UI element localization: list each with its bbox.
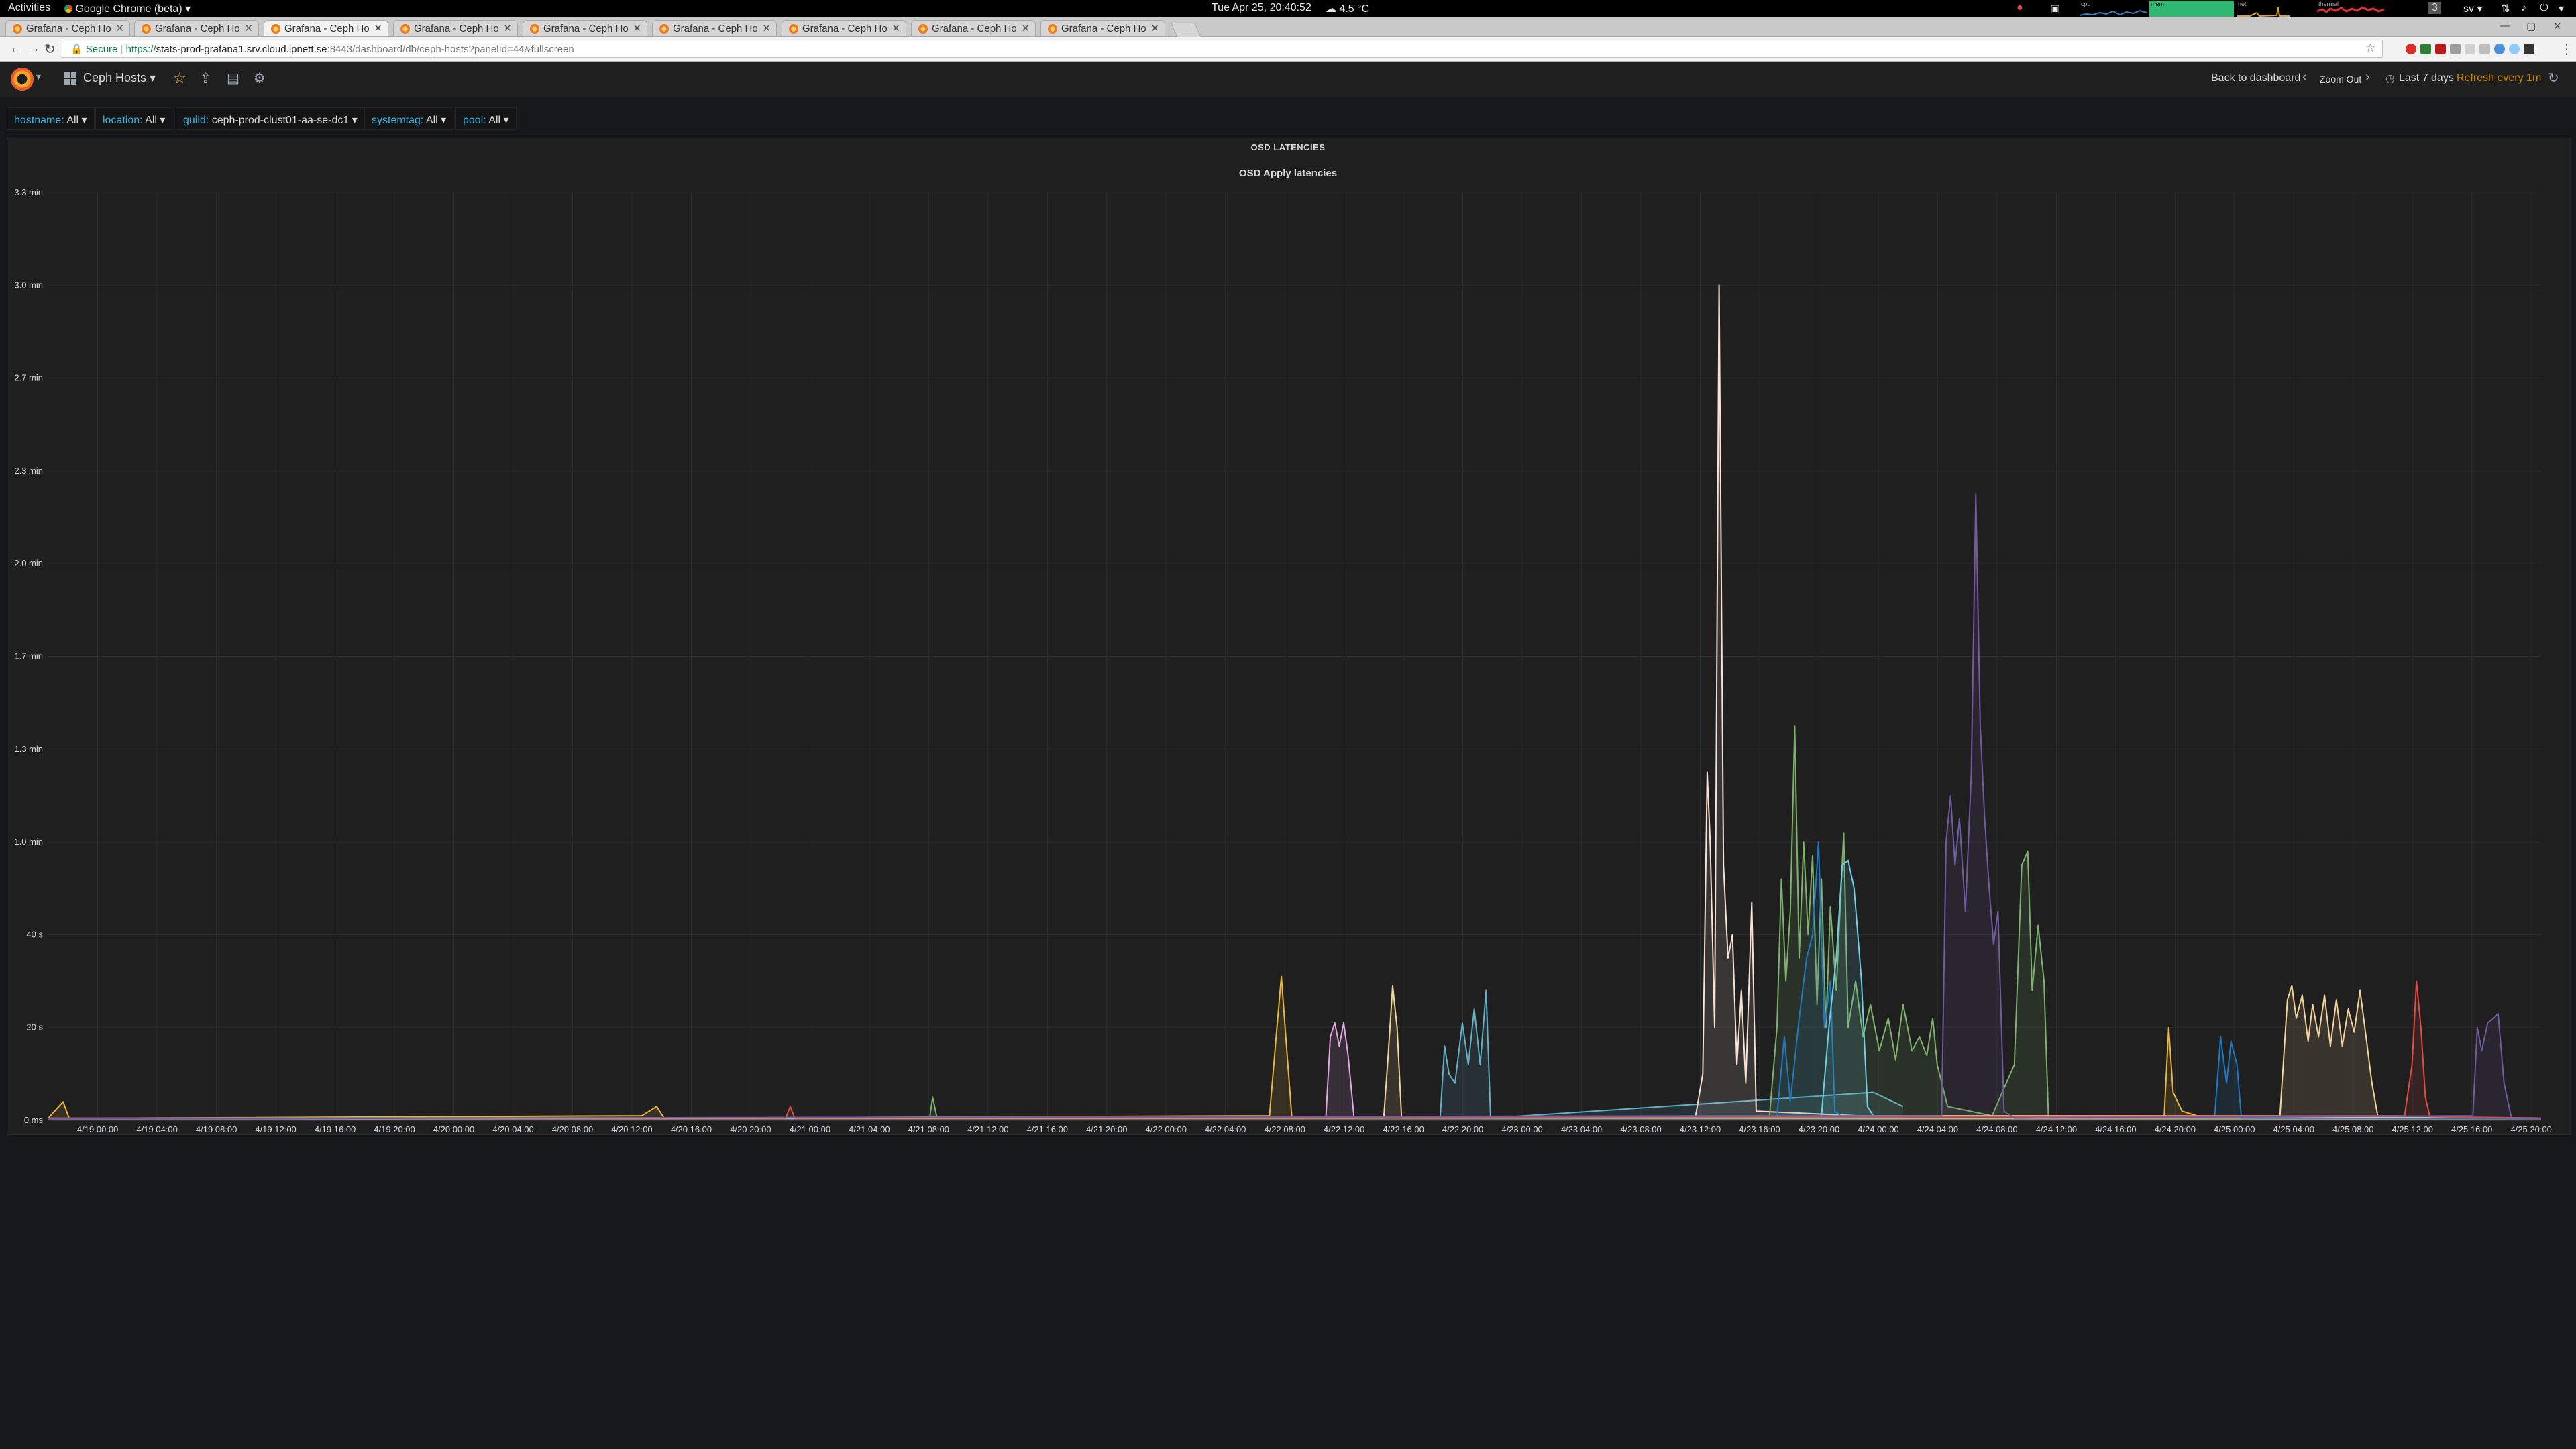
- x-tick-label: 4/23 16:00: [1739, 1124, 1780, 1134]
- x-tick-label: 4/24 12:00: [2036, 1124, 2077, 1134]
- y-axis: 0 ms 20 s 40 s 1.0 min 1.3 min 1.7 min 2.0 min…: [14, 187, 43, 1125]
- x-tick-label: 4/20 12:00: [611, 1124, 652, 1134]
- series-area: [48, 285, 2541, 1120]
- x-tick-label: 4/25 00:00: [2214, 1124, 2255, 1134]
- x-tick-label: 4/19 00:00: [77, 1124, 118, 1134]
- x-tick-label: 4/25 20:00: [2510, 1124, 2551, 1134]
- x-axis: 4/19 00:00 4/19 04:00 4/19 08:00 4/19 12:00…: [48, 1120, 2552, 1134]
- x-tick-label: 4/24 04:00: [1917, 1124, 1958, 1134]
- x-tick-label: 4/20 20:00: [730, 1124, 771, 1134]
- y-tick-label: 2.3 min: [14, 466, 43, 476]
- chart-series: [48, 284, 2542, 1120]
- x-tick-label: 4/20 04:00: [492, 1124, 533, 1134]
- x-tick-label: 4/24 16:00: [2095, 1124, 2136, 1134]
- x-tick-label: 4/22 12:00: [1324, 1124, 1364, 1134]
- y-tick-label: 3.3 min: [14, 187, 43, 197]
- x-tick-label: 4/19 08:00: [196, 1124, 237, 1134]
- y-tick-label: 1.3 min: [14, 744, 43, 754]
- x-tick-label: 4/20 08:00: [552, 1124, 593, 1134]
- series-area: [48, 494, 2541, 1120]
- x-tick-label: 4/19 16:00: [315, 1124, 356, 1134]
- y-tick-label: 3.0 min: [14, 280, 43, 290]
- y-tick-label: 1.0 min: [14, 837, 43, 847]
- latency-chart[interactable]: 0 ms 20 s 40 s 1.0 min 1.3 min 1.7 min 2.0 min…: [0, 0, 2576, 1140]
- y-tick-label: 20 s: [26, 1022, 43, 1032]
- x-tick-label: 4/24 00:00: [1858, 1124, 1898, 1134]
- x-tick-label: 4/23 20:00: [1799, 1124, 1839, 1134]
- x-tick-label: 4/19 12:00: [255, 1124, 296, 1134]
- x-tick-label: 4/21 20:00: [1086, 1124, 1127, 1134]
- x-tick-label: 4/25 12:00: [2392, 1124, 2433, 1134]
- x-tick-label: 4/25 08:00: [2332, 1124, 2373, 1134]
- x-tick-label: 4/22 04:00: [1205, 1124, 1246, 1134]
- x-tick-label: 4/21 16:00: [1027, 1124, 1068, 1134]
- x-tick-label: 4/22 20:00: [1442, 1124, 1483, 1134]
- x-tick-label: 4/24 08:00: [1976, 1124, 2017, 1134]
- y-tick-label: 2.0 min: [14, 558, 43, 568]
- x-tick-label: 4/23 00:00: [1501, 1124, 1542, 1134]
- x-tick-label: 4/23 04:00: [1561, 1124, 1602, 1134]
- y-tick-label: 2.7 min: [14, 373, 43, 383]
- x-tick-label: 4/20 00:00: [433, 1124, 474, 1134]
- x-tick-label: 4/23 12:00: [1680, 1124, 1721, 1134]
- x-tick-label: 4/19 04:00: [136, 1124, 177, 1134]
- x-tick-label: 4/20 16:00: [671, 1124, 712, 1134]
- x-tick-label: 4/22 16:00: [1383, 1124, 1424, 1134]
- y-tick-label: 40 s: [26, 929, 43, 939]
- x-tick-label: 4/24 20:00: [2155, 1124, 2196, 1134]
- x-tick-label: 4/19 20:00: [374, 1124, 415, 1134]
- x-tick-label: 4/22 00:00: [1146, 1124, 1187, 1134]
- x-tick-label: 4/25 04:00: [2273, 1124, 2314, 1134]
- series-line[interactable]: [48, 493, 2542, 1120]
- y-tick-label: 1.7 min: [14, 651, 43, 661]
- y-tick-label: 0 ms: [24, 1115, 44, 1125]
- x-tick-label: 4/25 16:00: [2451, 1124, 2492, 1134]
- x-tick-label: 4/22 08:00: [1264, 1124, 1305, 1134]
- x-tick-label: 4/21 04:00: [849, 1124, 890, 1134]
- series-line[interactable]: [48, 284, 2542, 1120]
- chart-grid: [48, 192, 2541, 1121]
- x-tick-label: 4/21 00:00: [790, 1124, 830, 1134]
- x-tick-label: 4/21 08:00: [908, 1124, 949, 1134]
- x-tick-label: 4/21 12:00: [967, 1124, 1008, 1134]
- x-tick-label: 4/23 08:00: [1620, 1124, 1661, 1134]
